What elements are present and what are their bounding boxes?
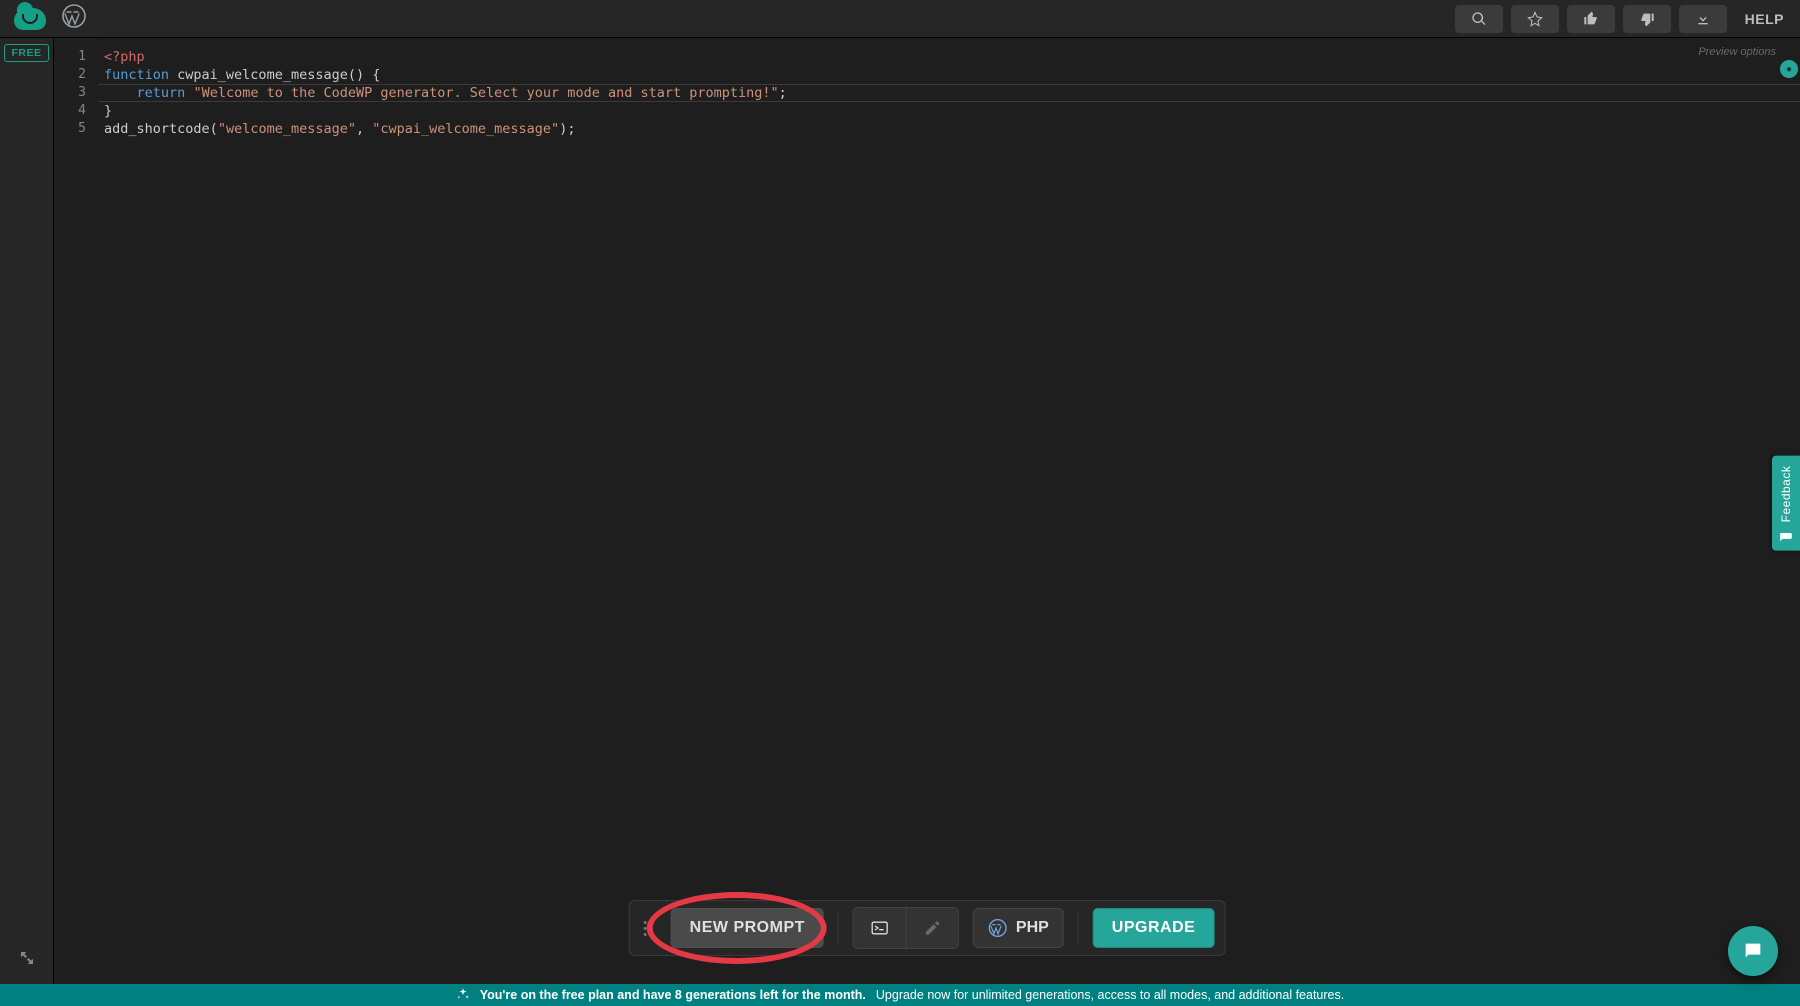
wordpress-icon (62, 4, 86, 28)
feedback-icon (1779, 530, 1793, 544)
free-badge: FREE (4, 44, 48, 62)
mode-toggle-group (853, 907, 959, 949)
terminal-mode-button[interactable] (854, 908, 906, 948)
search-button[interactable] (1455, 5, 1503, 33)
banner-upgrade-link[interactable]: Upgrade now for unlimited generations, a… (876, 988, 1344, 1002)
sidebar-bottom (18, 949, 36, 984)
language-label: PHP (1016, 919, 1049, 937)
line-number: 4 (54, 102, 98, 120)
toolbar-divider (838, 913, 839, 943)
download-button[interactable] (1679, 5, 1727, 33)
thumbs-down-button[interactable] (1623, 5, 1671, 33)
edit-mode-button[interactable] (906, 908, 958, 948)
pencil-icon (923, 919, 941, 937)
code-editor[interactable]: Preview options <?php function cwpai_wel… (98, 38, 1800, 984)
top-header: HELP (0, 0, 1800, 38)
banner-bold-text: You're on the free plan and have 8 gener… (480, 988, 866, 1002)
sidebar-top: FREE (0, 38, 53, 62)
line-number: 2 (54, 66, 98, 84)
avatar-initial: ● (1786, 64, 1792, 75)
upgrade-banner: You're on the free plan and have 8 gener… (0, 984, 1800, 1006)
header-right: HELP (1455, 5, 1794, 33)
app-logo[interactable] (14, 8, 46, 30)
sparkle-icon (456, 987, 470, 1004)
new-prompt-button[interactable]: NEW PROMPT (671, 908, 824, 948)
toolbar-divider (1078, 913, 1079, 943)
feedback-tab[interactable]: Feedback (1772, 456, 1800, 551)
star-icon (1527, 11, 1543, 27)
upgrade-button[interactable]: UPGRADE (1093, 908, 1215, 948)
download-icon (1695, 11, 1711, 27)
cloud-icon (14, 8, 46, 30)
code-content: <?php function cwpai_welcome_message() {… (104, 48, 1800, 138)
editor-pane: 1 2 3 4 5 Preview options <?php function… (54, 38, 1800, 984)
header-left (6, 4, 86, 33)
search-icon (1471, 11, 1487, 27)
line-number: 3 (54, 84, 98, 102)
thumbs-up-icon (1583, 11, 1599, 27)
avatar[interactable]: ● (1780, 60, 1798, 78)
language-selector[interactable]: PHP (973, 908, 1064, 948)
line-number: 5 (54, 120, 98, 138)
body: FREE 1 2 3 4 5 Preview options <?php fun… (0, 38, 1800, 984)
expand-icon (18, 949, 36, 967)
chat-icon (1742, 940, 1764, 962)
favorite-button[interactable] (1511, 5, 1559, 33)
line-number: 1 (54, 48, 98, 66)
terminal-icon (870, 918, 890, 938)
thumbs-up-button[interactable] (1567, 5, 1615, 33)
left-sidebar: FREE (0, 38, 54, 984)
thumbs-down-icon (1639, 11, 1655, 27)
chat-fab[interactable] (1728, 926, 1778, 976)
app-root: HELP FREE 1 2 3 4 5 (0, 0, 1800, 1006)
prompt-toolbar: NEW PROMPT PHP UPGRADE (629, 900, 1226, 956)
help-link[interactable]: HELP (1735, 11, 1794, 27)
wordpress-icon (988, 918, 1008, 938)
feedback-label: Feedback (1779, 466, 1793, 523)
fullscreen-button[interactable] (18, 949, 36, 972)
wordpress-logo[interactable] (62, 4, 86, 33)
editor-overlay-label: Preview options (1698, 46, 1776, 58)
drag-handle[interactable] (640, 921, 657, 936)
line-gutter: 1 2 3 4 5 (54, 38, 98, 984)
